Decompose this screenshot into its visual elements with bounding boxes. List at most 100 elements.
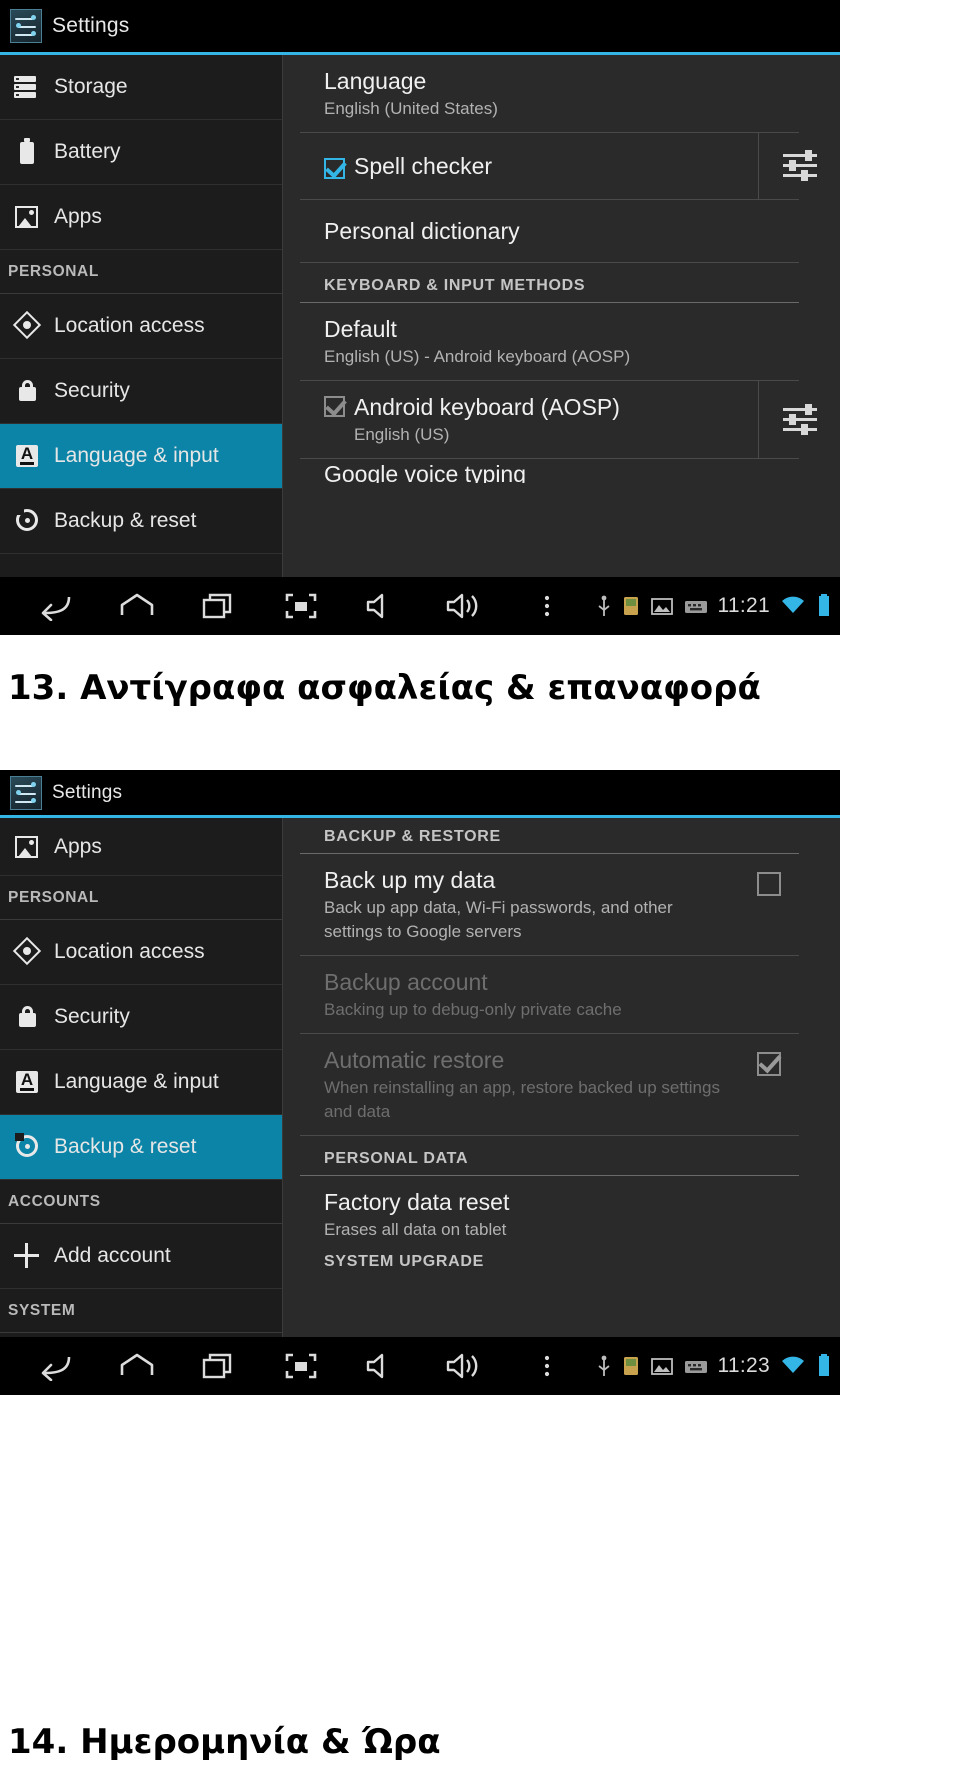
- lock-icon: [10, 1002, 44, 1032]
- android-keyboard-checkbox[interactable]: [324, 396, 345, 417]
- row-subtitle: Backing up to debug-only private cache: [324, 1000, 622, 1019]
- settings-sidebar[interactable]: Apps PERSONAL Location access Security L…: [0, 818, 283, 1337]
- spell-checker-checkbox[interactable]: [324, 157, 345, 179]
- sidebar-item-label: Storage: [54, 75, 128, 98]
- row-google-voice-typing-clipped[interactable]: Google voice typing: [300, 459, 799, 483]
- sidebar-item-battery[interactable]: Battery: [0, 120, 282, 185]
- system-navigation-bar[interactable]: 11:23: [0, 1337, 840, 1395]
- sidebar-item-apps[interactable]: Apps: [0, 818, 282, 876]
- row-subtitle: English (US) - Android keyboard (AOSP): [324, 347, 631, 366]
- back-button[interactable]: [14, 577, 96, 635]
- row-back-up-my-data[interactable]: Back up my data Back up app data, Wi-Fi …: [300, 854, 799, 956]
- status-clock: 11:23: [717, 1354, 770, 1377]
- settings-sidebar[interactable]: Storage Battery Apps PERSONAL Location a…: [0, 55, 283, 577]
- volume-up-button[interactable]: [424, 1337, 506, 1395]
- section-header-backup-restore: BACKUP & RESTORE: [300, 818, 799, 854]
- language-icon: [10, 441, 44, 471]
- backup-restore-icon: [10, 506, 44, 536]
- backup-restore-icon: [10, 1132, 44, 1162]
- row-subtitle: English (US): [354, 425, 450, 444]
- apps-icon: [10, 832, 44, 862]
- caption-backup-restore: 13. Αντίγραφα ασφαλείας & επαναφορά: [8, 668, 761, 708]
- row-language[interactable]: Language English (United States): [300, 55, 799, 133]
- sidebar-item-label: Language & input: [54, 444, 219, 467]
- home-icon: [120, 1353, 154, 1375]
- overflow-menu-icon: [544, 1355, 550, 1377]
- storage-icon: [10, 72, 44, 102]
- sidebar-item-label: Apps: [54, 834, 102, 858]
- plus-icon: [10, 1241, 44, 1271]
- row-subtitle: English (United States): [324, 99, 498, 118]
- sidebar-item-location-access[interactable]: Location access: [0, 294, 282, 359]
- lock-icon: [10, 376, 44, 406]
- keyboard-icon: [684, 1361, 707, 1373]
- battery-status-icon: [819, 594, 829, 616]
- screenshot-button[interactable]: [260, 1337, 342, 1395]
- sidebar-item-label: Apps: [54, 205, 102, 228]
- location-icon: [10, 936, 44, 967]
- overflow-menu-button[interactable]: [506, 1337, 588, 1395]
- app-title: Settings: [52, 781, 123, 803]
- system-navigation-bar[interactable]: 11:21: [0, 577, 840, 635]
- volume-down-button[interactable]: [342, 577, 424, 635]
- sidebar-item-security[interactable]: Security: [0, 985, 282, 1050]
- screenshot-icon: [285, 593, 317, 619]
- back-up-my-data-checkbox[interactable]: [757, 872, 781, 896]
- volume-down-icon: [366, 593, 384, 619]
- sd-card-icon: [623, 597, 638, 615]
- row-personal-dictionary[interactable]: Personal dictionary: [300, 200, 799, 263]
- row-factory-data-reset[interactable]: Factory data reset Erases all data on ta…: [300, 1176, 799, 1253]
- row-title: Automatic restore: [324, 1047, 505, 1073]
- sidebar-item-add-account[interactable]: Add account: [0, 1224, 282, 1289]
- row-backup-account: Backup account Backing up to debug-only …: [300, 956, 799, 1034]
- back-icon: [41, 596, 71, 621]
- automatic-restore-checkbox: [757, 1052, 781, 1076]
- sidebar-item-label: Security: [54, 379, 130, 402]
- row-title: Android keyboard (AOSP): [354, 394, 620, 420]
- row-default-keyboard[interactable]: Default English (US) - Android keyboard …: [300, 303, 799, 381]
- sidebar-header-system: SYSTEM: [0, 1289, 282, 1333]
- volume-up-button[interactable]: [424, 577, 506, 635]
- action-bar: Settings: [0, 770, 840, 818]
- sidebar-item-apps[interactable]: Apps: [0, 185, 282, 250]
- home-icon: [120, 593, 154, 615]
- android-keyboard-settings-button[interactable]: [758, 381, 840, 458]
- back-button[interactable]: [14, 1337, 96, 1395]
- row-title: Spell checker: [354, 153, 493, 179]
- sidebar-item-backup-reset[interactable]: Backup & reset: [0, 1115, 282, 1180]
- battery-status-icon: [819, 1354, 829, 1376]
- sidebar-item-security[interactable]: Security: [0, 359, 282, 424]
- sidebar-header-accounts: ACCOUNTS: [0, 1180, 282, 1224]
- settings-app-icon: [10, 9, 42, 43]
- row-title: Factory data reset: [324, 1189, 510, 1215]
- sd-card-icon: [623, 1357, 638, 1375]
- usb-icon: [597, 1355, 610, 1376]
- usb-icon: [597, 595, 610, 616]
- image-icon: [650, 598, 673, 615]
- sidebar-item-backup-reset[interactable]: Backup & reset: [0, 489, 282, 554]
- row-android-keyboard-aosp[interactable]: Android keyboard (AOSP) English (US): [300, 381, 817, 459]
- sidebar-item-label: Security: [54, 1005, 130, 1028]
- battery-icon: [10, 137, 44, 167]
- spell-checker-settings-button[interactable]: [758, 133, 840, 199]
- sidebar-item-storage[interactable]: Storage: [0, 55, 282, 120]
- app-title: Settings: [52, 14, 130, 37]
- section-header-keyboard: KEYBOARD & INPUT METHODS: [300, 263, 799, 303]
- section-label: SYSTEM UPGRADE: [324, 1253, 485, 1269]
- home-button[interactable]: [96, 1337, 178, 1395]
- overflow-menu-icon: [544, 595, 550, 617]
- home-button[interactable]: [96, 577, 178, 635]
- overflow-menu-button[interactable]: [506, 577, 588, 635]
- row-title: Backup account: [324, 969, 488, 995]
- recent-apps-button[interactable]: [178, 577, 260, 635]
- keyboard-icon: [684, 601, 707, 613]
- screenshot-button[interactable]: [260, 577, 342, 635]
- volume-down-button[interactable]: [342, 1337, 424, 1395]
- sidebar-header-personal: PERSONAL: [0, 250, 282, 294]
- volume-up-icon: [446, 1353, 478, 1379]
- recent-apps-button[interactable]: [178, 1337, 260, 1395]
- sidebar-item-location-access[interactable]: Location access: [0, 920, 282, 985]
- sidebar-item-language-input[interactable]: Language & input: [0, 424, 282, 489]
- row-spell-checker[interactable]: Spell checker: [300, 133, 817, 200]
- sidebar-item-language-input[interactable]: Language & input: [0, 1050, 282, 1115]
